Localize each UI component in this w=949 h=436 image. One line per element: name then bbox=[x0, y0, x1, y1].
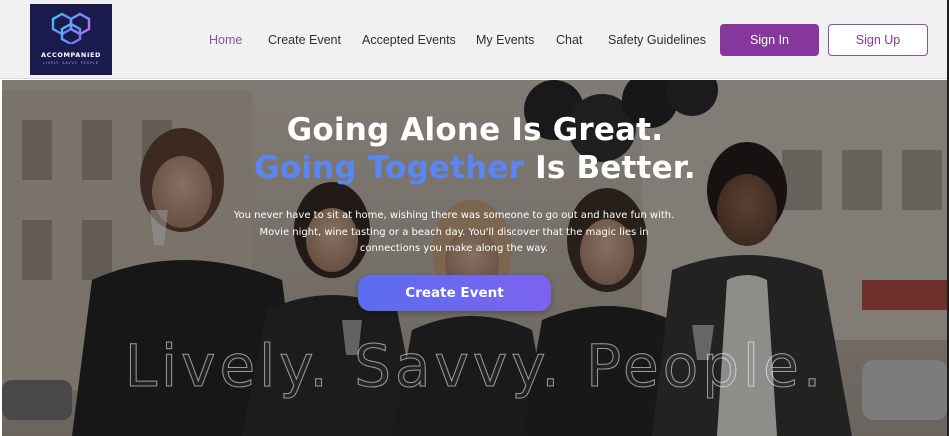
brand-logo[interactable]: ACCOMPANIED LIVELY. SAVVY. PEOPLE bbox=[30, 4, 112, 75]
brand-tagline: LIVELY. SAVVY. PEOPLE bbox=[43, 61, 99, 65]
hero-section: Going Alone Is Great. Going Together Is … bbox=[2, 80, 948, 436]
nav-accepted-events[interactable]: Accepted Events bbox=[362, 33, 456, 47]
site-header: ACCOMPANIED LIVELY. SAVVY. PEOPLE Home C… bbox=[0, 0, 949, 79]
sign-in-button[interactable]: Sign In bbox=[720, 24, 819, 56]
nav-my-events[interactable]: My Events bbox=[476, 33, 534, 47]
hero-headline-rest: Is Better. bbox=[524, 150, 696, 186]
nav-home[interactable]: Home bbox=[209, 33, 242, 47]
hero-headline-line1: Going Alone Is Great. bbox=[286, 112, 664, 148]
hero-subtext-line2: Movie night, wine tasting or a beach day… bbox=[259, 226, 649, 238]
brand-name: ACCOMPANIED bbox=[40, 51, 102, 59]
hero-subtext: You never have to sit at home, wishing t… bbox=[232, 208, 676, 258]
create-event-cta-button[interactable]: Create Event bbox=[358, 275, 551, 311]
hero-subtext-line1: You never have to sit at home, wishing t… bbox=[233, 210, 675, 221]
nav-safety-guidelines[interactable]: Safety Guidelines bbox=[608, 33, 706, 47]
hero-watermark-text: Lively. Savvy. People. bbox=[124, 332, 826, 401]
nav-create-event[interactable]: Create Event bbox=[268, 33, 341, 47]
hero-subtext-line3: connections you make along the way. bbox=[359, 243, 549, 254]
hero-headline-line2: Going Together Is Better. bbox=[2, 150, 948, 186]
sign-up-button[interactable]: Sign Up bbox=[828, 24, 928, 56]
hexagon-logo-icon bbox=[51, 12, 91, 44]
hero-headline-accent: Going Together bbox=[254, 150, 525, 186]
nav-chat[interactable]: Chat bbox=[556, 33, 582, 47]
